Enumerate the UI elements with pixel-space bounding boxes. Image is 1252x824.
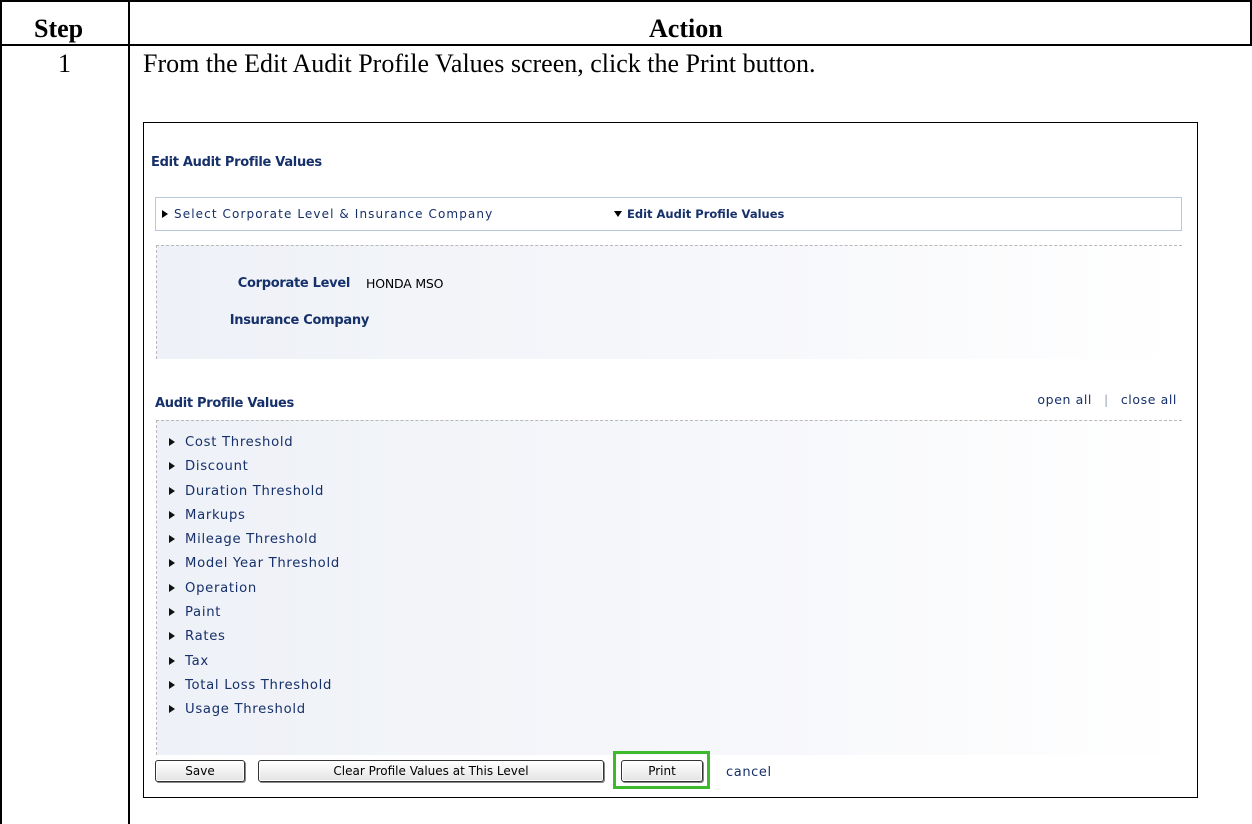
list-item[interactable]: Markups — [169, 508, 340, 532]
step-instruction: From the Edit Audit Profile Values scree… — [143, 49, 816, 78]
list-item-label: Markups — [185, 507, 246, 523]
expand-arrow-icon — [169, 583, 175, 592]
expand-arrow-icon — [169, 608, 175, 617]
list-item[interactable]: Usage Threshold — [169, 702, 340, 726]
expand-arrow-icon — [169, 535, 175, 544]
list-item-label: Rates — [185, 629, 226, 645]
header-action: Action — [649, 14, 723, 43]
breadcrumb-step-edit[interactable]: Edit Audit Profile Values — [614, 207, 784, 221]
list-item-label: Model Year Threshold — [185, 556, 340, 572]
list-item-label: Duration Threshold — [185, 483, 325, 499]
cancel-link[interactable]: cancel — [726, 765, 772, 780]
table-top-border — [0, 0, 1252, 2]
expanded-arrow-icon — [614, 211, 622, 217]
list-item-label: Mileage Threshold — [185, 532, 318, 548]
breadcrumb-step-select[interactable]: Select Corporate Level & Insurance Compa… — [162, 207, 493, 221]
list-item[interactable]: Operation — [169, 581, 340, 605]
corporate-level-value: HONDA MSO — [366, 276, 444, 291]
expand-arrow-icon — [169, 462, 175, 471]
open-all-link[interactable]: open all — [1037, 392, 1092, 407]
header-step: Step — [34, 14, 84, 43]
list-item-label: Discount — [185, 459, 249, 475]
step-number: 1 — [58, 49, 71, 78]
link-separator: | — [1104, 392, 1109, 407]
application-screenshot: Edit Audit Profile Values Select Corpora… — [143, 122, 1198, 798]
expand-arrow-icon — [169, 510, 175, 519]
wizard-breadcrumb: Select Corporate Level & Insurance Compa… — [155, 197, 1182, 231]
list-item[interactable]: Paint — [169, 605, 340, 629]
table-header-divider — [0, 44, 1252, 46]
expand-collapse-links: open all | close all — [1037, 392, 1177, 407]
list-item-label: Tax — [185, 653, 209, 669]
list-item-label: Operation — [185, 580, 257, 596]
expand-arrow-icon — [169, 656, 175, 665]
list-item-label: Cost Threshold — [185, 435, 294, 450]
save-button[interactable]: Save — [155, 760, 245, 782]
audit-profile-list: Cost Threshold Discount Duration Thresho… — [169, 435, 340, 727]
list-item[interactable]: Rates — [169, 629, 340, 653]
list-item-label: Total Loss Threshold — [185, 677, 333, 693]
collapsed-arrow-icon — [162, 210, 168, 218]
expand-arrow-icon — [169, 486, 175, 495]
expand-arrow-icon — [169, 680, 175, 689]
page-title: Edit Audit Profile Values — [151, 155, 322, 170]
table-column-divider — [128, 0, 130, 824]
expand-arrow-icon — [169, 559, 175, 568]
insurance-company-label: Insurance Company — [229, 313, 370, 328]
list-item[interactable]: Cost Threshold — [169, 435, 340, 459]
list-item-label: Usage Threshold — [185, 702, 306, 718]
list-item[interactable]: Tax — [169, 654, 340, 678]
breadcrumb-step-edit-label: Edit Audit Profile Values — [627, 207, 785, 221]
table-left-border — [0, 0, 2, 824]
list-item[interactable]: Discount — [169, 459, 340, 483]
corporate-level-label: Corporate Level — [237, 276, 351, 291]
list-item[interactable]: Total Loss Threshold — [169, 678, 340, 702]
list-item[interactable]: Model Year Threshold — [169, 556, 340, 580]
list-item-label: Paint — [185, 605, 222, 621]
close-all-link[interactable]: close all — [1121, 392, 1177, 407]
expand-arrow-icon — [169, 438, 175, 446]
audit-profile-values-heading: Audit Profile Values — [155, 396, 294, 411]
list-item[interactable]: Mileage Threshold — [169, 532, 340, 556]
expand-arrow-icon — [169, 705, 175, 714]
list-item[interactable]: Duration Threshold — [169, 484, 340, 508]
breadcrumb-step-select-label: Select Corporate Level & Insurance Compa… — [174, 207, 494, 221]
clear-profile-values-button[interactable]: Clear Profile Values at This Level — [258, 760, 604, 782]
expand-arrow-icon — [169, 632, 175, 641]
audit-profile-list-panel: Cost Threshold Discount Duration Thresho… — [156, 420, 1182, 755]
profile-info-panel: Corporate Level HONDA MSO Insurance Comp… — [156, 245, 1182, 359]
print-button[interactable]: Print — [621, 760, 703, 782]
